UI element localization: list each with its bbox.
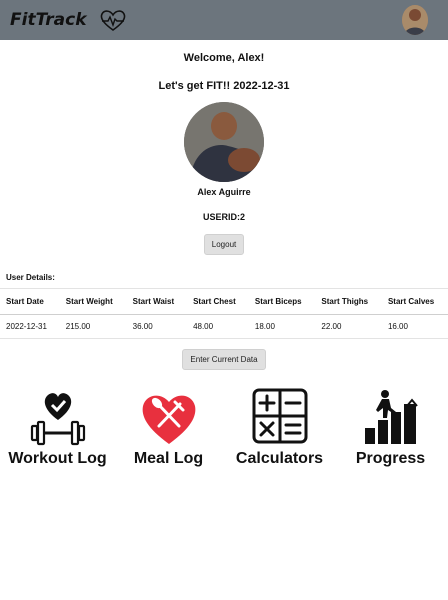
stairs-climber-icon xyxy=(364,390,418,444)
table-row: 2022-12-31 215.00 36.00 48.00 18.00 22.0… xyxy=(0,314,448,339)
column-header: Start Weight xyxy=(59,288,127,315)
logout-button[interactable]: Logout xyxy=(203,234,245,255)
progress-tile[interactable]: Progress xyxy=(336,388,446,468)
table-cell: 18.00 xyxy=(248,314,316,339)
table-cell: 22.00 xyxy=(315,314,382,339)
meal-log-tile[interactable]: Meal Log xyxy=(114,388,224,468)
user-id: USERID:2 xyxy=(202,212,245,222)
heart-fork-knife-icon xyxy=(142,395,195,444)
meal-log-label: Meal Log xyxy=(133,450,204,467)
table-header-row: Start Date Start Weight Start Waist Star… xyxy=(0,288,448,315)
enter-current-data-button[interactable]: Enter Current Data xyxy=(182,349,266,370)
tagline: Let's get FIT!! 2022-12-31 xyxy=(158,80,290,92)
welcome-message: Welcome, Alex! xyxy=(183,52,265,64)
column-header: Start Thighs xyxy=(315,288,382,315)
calculators-label: Calculators xyxy=(235,450,324,467)
workout-log-tile[interactable]: Workout Log xyxy=(3,388,113,468)
workout-log-label: Workout Log xyxy=(8,450,107,467)
column-header: Start Waist xyxy=(126,288,188,315)
profile-avatar xyxy=(184,102,264,182)
brand-logo-text[interactable]: FitTrack xyxy=(10,10,87,30)
navbar-avatar[interactable] xyxy=(402,5,428,35)
feature-tiles: Workout Log Meal Log Calculators Progres… xyxy=(0,388,448,468)
column-header: Start Biceps xyxy=(248,288,316,315)
top-navbar: FitTrack xyxy=(0,0,448,40)
user-details-table: Start Date Start Weight Start Waist Star… xyxy=(0,288,448,339)
calculators-tile[interactable]: Calculators xyxy=(225,388,335,468)
user-details-label: User Details: xyxy=(6,273,55,282)
column-header: Start Calves xyxy=(381,288,448,315)
dumbbell-heart-icon xyxy=(30,393,85,446)
column-header: Start Date xyxy=(0,288,60,315)
user-name: Alex Aguirre xyxy=(197,187,251,197)
column-header: Start Chest xyxy=(187,288,249,315)
table-cell: 48.00 xyxy=(187,314,249,339)
calculator-icon xyxy=(252,388,307,444)
table-cell: 16.00 xyxy=(381,314,448,339)
table-cell: 2022-12-31 xyxy=(0,314,60,339)
table-cell: 215.00 xyxy=(59,314,127,339)
table-cell: 36.00 xyxy=(126,314,188,339)
heart-ecg-icon xyxy=(100,10,125,31)
progress-label: Progress xyxy=(355,450,426,467)
